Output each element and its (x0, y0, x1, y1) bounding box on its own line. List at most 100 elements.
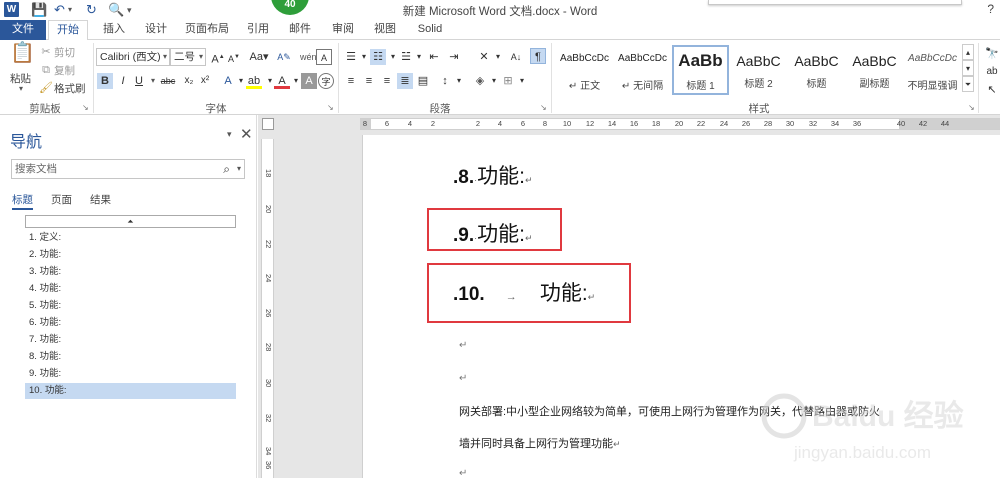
character-shading-icon[interactable]: A (301, 73, 317, 89)
sort-icon[interactable]: A↓ (508, 49, 524, 65)
enclose-characters-icon[interactable]: 字 (318, 73, 334, 89)
document-page[interactable]: .8.·功能:↵ .9.·功能:↵ .10. → 功能:↵ ↵ ↵ 网关部署:中… (362, 135, 1000, 478)
tab-insert[interactable]: 插入 (96, 20, 132, 40)
tab-headings[interactable]: 标题 (12, 192, 33, 210)
highlight-color-icon[interactable]: ab (246, 73, 262, 89)
vertical-ruler[interactable]: 18 20 22 24 26 28 30 32 34 36 (261, 139, 274, 478)
subscript-icon[interactable]: x₂ (181, 73, 197, 89)
collapse-headings-bar[interactable]: ⏶ (25, 215, 236, 228)
nav-heading-item[interactable]: 8. 功能: (25, 349, 236, 365)
tab-view[interactable]: 视图 (367, 20, 403, 40)
nav-heading-item[interactable]: 1. 定义: (25, 230, 236, 246)
asian-layout-dropdown-icon[interactable]: ▾ (490, 49, 506, 65)
tab-mailings[interactable]: 邮件 (282, 20, 318, 40)
print-preview-icon[interactable]: 🔍 (108, 2, 124, 18)
format-painter-button[interactable]: 格式刷 (54, 81, 86, 96)
horizontal-ruler[interactable]: 8 6 4 2 2 4 6 8 10 12 14 16 18 20 22 24 26 28 30 32 34 36 40 42… (360, 118, 1000, 130)
tab-selector[interactable] (262, 118, 274, 130)
body-text-line[interactable]: 网关部署:中小型企业网络较为简单，可使用上网行为管理作为网关，代替路由器或防火 (459, 403, 880, 419)
nav-heading-item[interactable]: 6. 功能: (25, 315, 236, 331)
clear-formatting-icon[interactable]: A✎ (276, 49, 292, 65)
style-title[interactable]: AaBbC 标题 (788, 45, 845, 95)
distributed-icon[interactable]: ▤ (415, 73, 431, 89)
nav-heading-item[interactable]: 5. 功能: (25, 298, 236, 314)
align-right-icon[interactable]: ≡ (379, 73, 395, 89)
styles-launcher-icon[interactable]: ↘ (968, 103, 975, 112)
superscript-icon[interactable]: x² (197, 73, 213, 89)
paste-dropdown-icon[interactable]: ▾ (19, 84, 23, 93)
heading-10[interactable]: .10. → 功能:↵ (453, 277, 595, 307)
change-case-icon[interactable]: Aa▾ (248, 49, 270, 65)
nav-heading-item[interactable]: 2. 功能: (25, 247, 236, 263)
style-normal[interactable]: AaBbCcDc ↵ 正文 (556, 45, 613, 95)
font-size-combo[interactable]: 二号 ▾ (170, 48, 206, 66)
font-launcher-icon[interactable]: ↘ (327, 103, 334, 112)
tab-solid[interactable]: Solid (410, 20, 450, 40)
style-no-spacing[interactable]: AaBbCcDc ↵ 无间隔 (614, 45, 671, 95)
find-icon[interactable]: 🔭 (984, 46, 1000, 62)
tab-results[interactable]: 结果 (90, 192, 111, 207)
word-logo-icon[interactable]: W (4, 2, 19, 17)
character-border-icon[interactable]: A (316, 49, 332, 65)
style-heading-2[interactable]: AaBbC 标题 2 (730, 45, 787, 95)
search-icon[interactable]: ⌕ (223, 160, 230, 178)
decrease-indent-icon[interactable]: ⇤ (426, 49, 442, 65)
styles-scroll-up-icon[interactable]: ▴ (962, 44, 974, 60)
undo-dropdown-icon[interactable]: ▾ (68, 2, 72, 18)
cut-icon[interactable]: ✂ (38, 44, 54, 60)
styles-scroll-down-icon[interactable]: ▾ (962, 60, 974, 76)
redo-icon[interactable]: ↻ (86, 2, 97, 18)
numbering-icon[interactable]: ☷ (370, 49, 386, 65)
bold-icon[interactable]: B (97, 73, 113, 89)
style-subtle-emphasis[interactable]: AaBbCcDc 不明显强调 (904, 45, 961, 95)
style-heading-1[interactable]: AaBb 标题 1 (672, 45, 729, 95)
heading-9[interactable]: .9.·功能:↵ (453, 218, 533, 248)
paste-icon[interactable]: 📋 (10, 43, 35, 69)
italic-icon[interactable]: I (115, 73, 131, 89)
tab-design[interactable]: 设计 (138, 20, 174, 40)
replace-icon[interactable]: ab (984, 64, 1000, 80)
align-center-icon[interactable]: ≡ (361, 73, 377, 89)
close-icon[interactable]: ✕ (240, 125, 253, 143)
styles-more-icon[interactable]: ⏷ (962, 76, 974, 92)
justify-icon[interactable]: ≣ (397, 73, 413, 89)
nav-heading-item-selected[interactable]: 10. 功能: (25, 383, 236, 399)
nav-search-input[interactable]: 搜索文档 ⌕ ▾ (11, 159, 245, 179)
body-text-line[interactable]: 墙并同时具备上网行为管理功能↵ (459, 435, 621, 451)
show-marks-icon[interactable]: ¶ (530, 48, 546, 64)
nav-options-icon[interactable]: ▾ (227, 129, 232, 140)
nav-heading-item[interactable]: 3. 功能: (25, 264, 236, 280)
line-spacing-dropdown-icon[interactable]: ▾ (451, 73, 467, 89)
paragraph-launcher-icon[interactable]: ↘ (540, 103, 547, 112)
clipboard-launcher-icon[interactable]: ↘ (82, 103, 89, 112)
undo-icon[interactable]: ↶ (54, 2, 65, 18)
tab-review[interactable]: 审阅 (325, 20, 361, 40)
phonetic-guide-icon[interactable]: wén (300, 49, 317, 65)
nav-heading-item[interactable]: 9. 功能: (25, 366, 236, 382)
align-left-icon[interactable]: ≡ (343, 73, 359, 89)
nav-heading-item[interactable]: 7. 功能: (25, 332, 236, 348)
increase-indent-icon[interactable]: ⇥ (446, 49, 462, 65)
tab-file[interactable]: 文件 (0, 20, 46, 40)
grow-font-icon[interactable]: A▲ (210, 49, 226, 66)
strikethrough-icon[interactable]: abc (157, 73, 179, 89)
chevron-down-icon[interactable]: ▾ (237, 160, 241, 178)
format-painter-icon[interactable]: 🖌 (38, 80, 54, 96)
shrink-font-icon[interactable]: A▼ (226, 49, 242, 65)
tab-references[interactable]: 引用 (240, 20, 276, 40)
copy-icon[interactable]: ⧉ (38, 62, 54, 78)
tab-pages[interactable]: 页面 (51, 192, 72, 207)
borders-dropdown-icon[interactable]: ▾ (514, 73, 530, 89)
font-name-combo[interactable]: Calibri (西文) ▾ (96, 48, 170, 66)
copy-button[interactable]: 复制 (54, 63, 75, 78)
style-subtitle[interactable]: AaBbC 副标题 (846, 45, 903, 95)
customize-toolbar-icon[interactable]: ▾ (127, 2, 132, 18)
tab-home[interactable]: 开始 (48, 20, 88, 41)
tab-page-layout[interactable]: 页面布局 (180, 20, 234, 40)
nav-heading-item[interactable]: 4. 功能: (25, 281, 236, 297)
help-button[interactable]: ? (987, 2, 994, 16)
cut-button[interactable]: 剪切 (54, 45, 75, 60)
multilevel-dropdown-icon[interactable]: ▾ (411, 49, 427, 65)
save-icon[interactable]: 💾 (31, 2, 47, 18)
heading-8[interactable]: .8.·功能:↵ (453, 160, 533, 190)
